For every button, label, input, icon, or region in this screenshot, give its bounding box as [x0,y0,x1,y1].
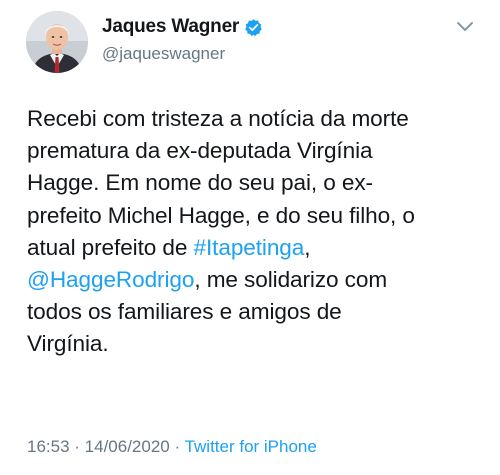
tweet-text-line: Hagge. Em nome do seu pai, o ex- [27,167,482,199]
tweet-time[interactable]: 16:53 [27,437,70,456]
author-name[interactable]: Jaques Wagner [102,16,239,38]
tweet-text-segment: Virgínia. [27,331,109,357]
tweet-meta: 16:53 · 14/06/2020 · Twitter for iPhone [27,437,317,457]
tweet-text-line: atual prefeito de #Itapetinga, [27,232,482,264]
tweet-text-line: prematura da ex-deputada Virgínia [27,135,482,167]
avatar[interactable] [26,11,88,73]
tweet-text-line: Virgínia. [27,328,482,360]
tweet-text-segment: prematura da ex-deputada Virgínia [27,138,373,164]
tweet-text-line: todos os familiares e amigos de [27,296,482,328]
tweet-text-line: Recebi com tristeza a notícia da morte [27,103,482,135]
tweet-text-line: @HaggeRodrigo, me solidarizo com [27,264,482,296]
tweet-text-segment: todos os familiares e amigos de [27,299,342,325]
author-name-row[interactable]: Jaques Wagner [102,16,263,38]
tweet-text-segment: , [304,234,311,260]
hashtag-link[interactable]: #Itapetinga [194,235,305,260]
author-handle[interactable]: @jaqueswagner [102,44,225,64]
profile-photo [26,11,88,73]
chevron-down-icon[interactable] [455,20,475,34]
meta-separator: · [169,437,185,456]
tweet-text: Recebi com tristeza a notícia da morte pr… [27,103,482,361]
tweet-text-line: prefeito Michel Hagge, e do seu filho, o [27,200,482,232]
tweet-text-segment: Hagge. Em nome do seu pai, o ex- [27,170,373,196]
mention-link[interactable]: @HaggeRodrigo [27,267,194,292]
tweet-date[interactable]: 14/06/2020 [85,437,170,456]
tweet-source-link[interactable]: Twitter for iPhone [185,437,317,456]
tweet-text-segment: , me solidarizo com [194,267,388,293]
verified-badge-icon [244,18,263,37]
tweet-text-segment: Recebi com tristeza a notícia da morte [27,106,409,131]
tweet-text-segment: prefeito Michel Hagge, e do seu filho, o [27,202,415,228]
tweet-text-segment: atual prefeito de [27,234,194,260]
meta-separator: · [69,437,85,456]
